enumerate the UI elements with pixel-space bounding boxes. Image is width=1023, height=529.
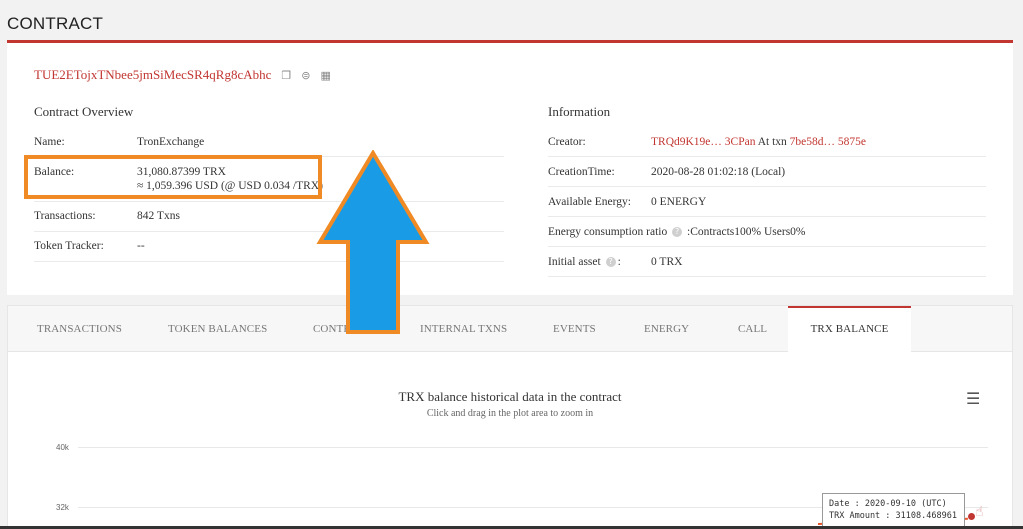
token-tracker-label: Token Tracker: [34,240,104,252]
token-tracker-value: -- [137,240,145,252]
creator-address-link[interactable]: TRQd9K19e… 3CPan [651,136,755,148]
creation-time-value: 2020-08-28 01:02:18 (Local) [651,166,786,178]
chart-tooltip: Date : 2020-09-10 (UTC) TRX Amount : 311… [822,493,965,529]
tab-token-balances[interactable]: TOKEN BALANCES [168,306,267,352]
info-row-energy: Available Energy: 0 ENERGY [548,187,986,217]
tooltip-amount: TRX Amount : 31108.468961 [829,511,957,521]
hand-cursor-icon: ☝ [975,504,984,520]
name-label: Name: [34,136,65,148]
transactions-label: Transactions: [34,210,96,222]
tab-call[interactable]: CALL [738,306,767,352]
info-row-creation-time: CreationTime: 2020-08-28 01:02:18 (Local… [548,157,986,187]
gridline [78,447,988,448]
copy-icon[interactable]: ❐ [281,69,291,82]
help-icon[interactable]: ? [672,227,683,238]
tab-trx-balance[interactable]: TRX BALANCE [788,306,911,353]
contract-address-row: TUE2ETojxTNbee5jmSiMecSR4qRg8cAbhc ❐ ⊜ ▦ [34,67,331,83]
y-tick-label: 32k [56,503,69,512]
help-icon[interactable]: ? [605,257,616,268]
hamburger-menu-icon[interactable]: ☰ [966,389,980,408]
contract-overview-card: TUE2ETojxTNbee5jmSiMecSR4qRg8cAbhc ❐ ⊜ ▦… [7,43,1013,295]
energy-ratio-label: Energy consumption ratio [548,226,668,238]
y-tick-label: 40k [56,443,69,452]
page-title: CONTRACT [7,14,104,33]
up-arrow-annotation [316,150,430,334]
contract-overview-title: Contract Overview [34,104,134,119]
creator-at-text: At txn [757,136,787,148]
chart-title: TRX balance historical data in the contr… [398,389,622,404]
initial-asset-value: 0 TRX [651,256,683,268]
info-row-creator: Creator: TRQd9K19e… 3CPan At txn 7be58d…… [548,127,986,157]
tab-bar: TRANSACTIONS TOKEN BALANCES CONTRACT INT… [8,306,1012,353]
chart-subtitle: Click and drag in the plot area to zoom … [426,408,594,419]
page-header: CONTRACT [0,0,1023,45]
tab-transactions[interactable]: TRANSACTIONS [37,306,122,352]
creator-txn-link[interactable]: 7be58d… 5875e [790,136,866,148]
info-row-energy-ratio: Energy consumption ratio ? :Contracts100… [548,217,986,247]
info-row-initial-asset: Initial asset ?: 0 TRX [548,247,986,277]
name-value: TronExchange [137,136,205,148]
energy-label: Available Energy: [548,196,631,208]
energy-ratio-value: :Contracts100% Users0% [687,226,806,238]
balance-highlight-box [24,155,322,199]
energy-value: 0 ENERGY [651,196,707,208]
chat-icon[interactable]: ⊜ [301,69,310,82]
contract-address[interactable]: TUE2ETojxTNbee5jmSiMecSR4qRg8cAbhc [34,67,271,83]
creator-label: Creator: [548,136,586,148]
creation-time-label: CreationTime: [548,166,615,178]
tab-energy[interactable]: ENERGY [644,306,689,352]
information-title: Information [548,104,611,119]
tab-events[interactable]: EVENTS [553,306,596,352]
arrow-shape [316,150,430,334]
tabs-panel: TRANSACTIONS TOKEN BALANCES CONTRACT INT… [7,305,1013,529]
qr-code-icon[interactable]: ▦ [320,69,330,82]
transactions-value[interactable]: 842 Txns [137,210,180,222]
tooltip-date: Date : 2020-09-10 (UTC) [829,499,947,509]
initial-asset-label: Initial asset [548,256,601,268]
data-point[interactable] [968,513,975,520]
